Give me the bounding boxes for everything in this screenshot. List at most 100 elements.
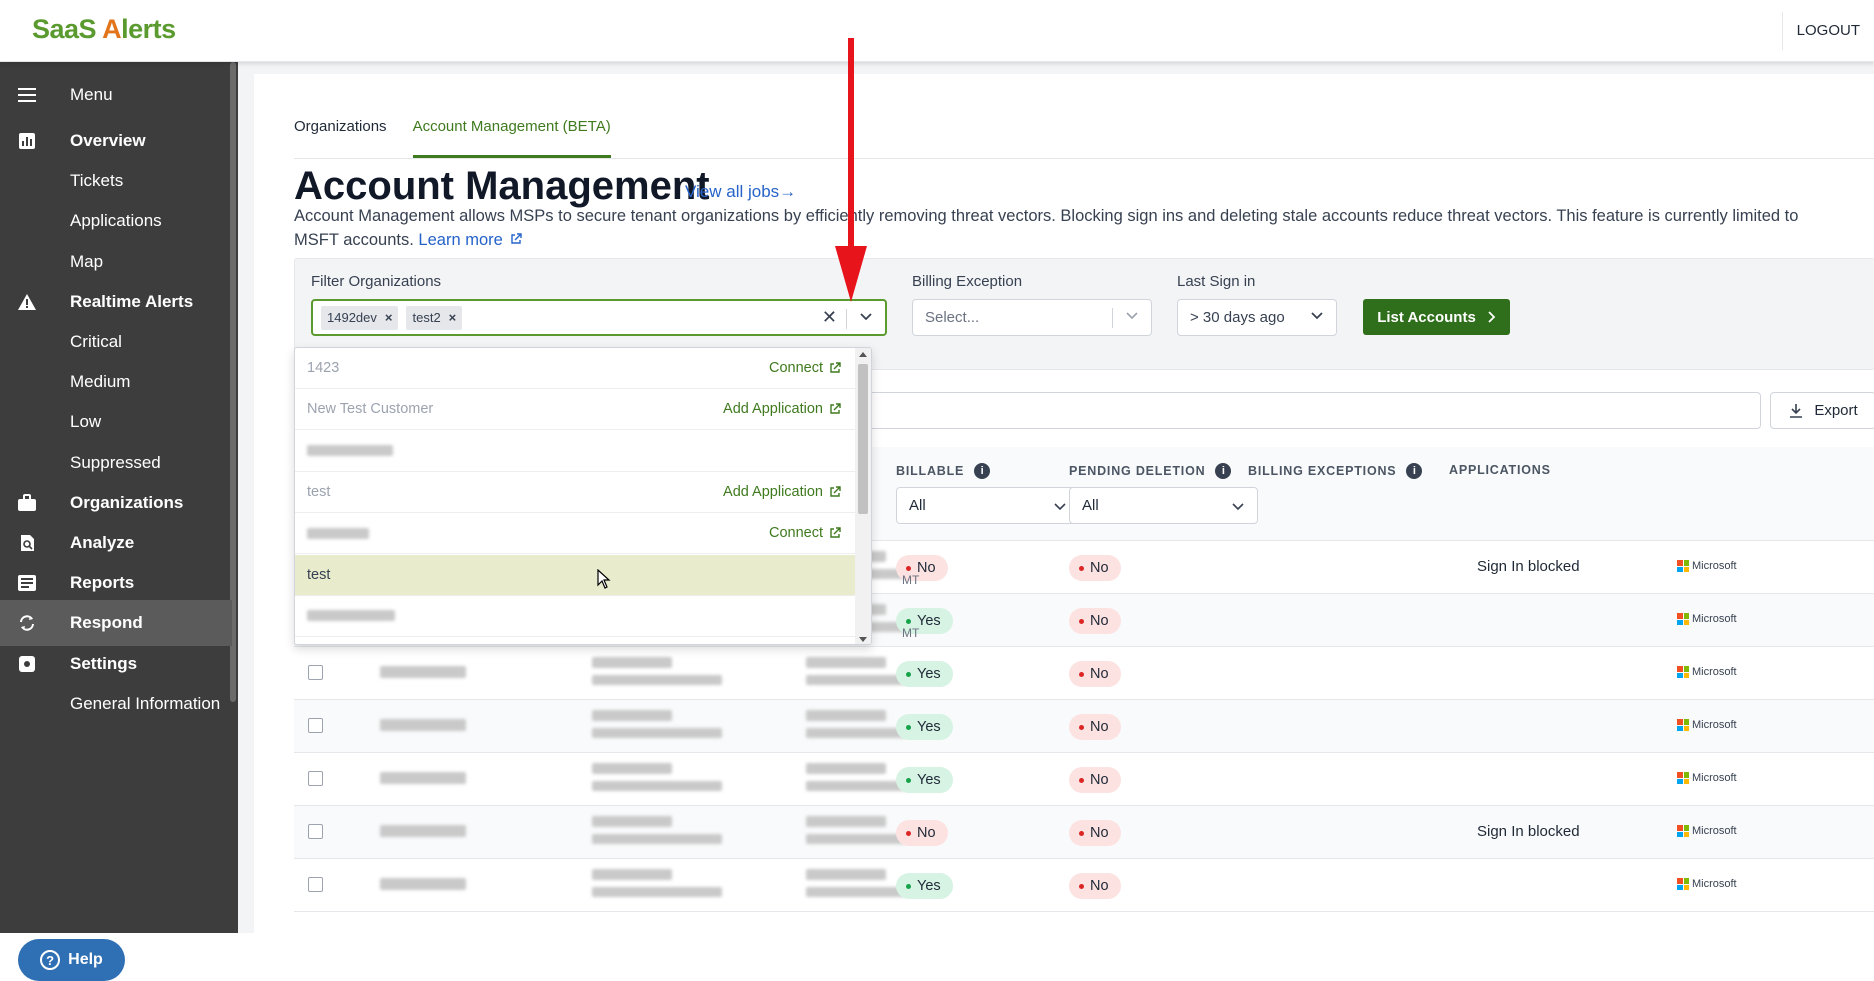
row-checkbox[interactable]	[308, 877, 323, 892]
redacted-text	[592, 816, 672, 827]
organization-option[interactable]: New Test Customer Add Application	[295, 389, 855, 431]
option-label: test	[307, 566, 331, 583]
view-all-jobs-link[interactable]: View all jobs→	[685, 182, 796, 202]
logout-button[interactable]: LOGOUT	[1781, 12, 1874, 50]
sidebar-item-label: Realtime Alerts	[70, 291, 194, 311]
select-separator	[1112, 308, 1113, 328]
red-arrow-annotation	[835, 38, 867, 302]
row-checkbox[interactable]	[308, 771, 323, 786]
clear-icon[interactable]: ✕	[822, 307, 837, 328]
billing-exception-text: Sign In blocked	[1477, 558, 1580, 575]
pending-deletion-filter-select[interactable]: All	[1069, 487, 1258, 524]
tab-account-management[interactable]: Account Management (BETA)	[412, 104, 611, 158]
page-title: Account Management	[294, 164, 710, 208]
microsoft-logo-icon	[1677, 772, 1689, 784]
chevron-down-icon	[1311, 312, 1323, 320]
microsoft-app: Microsoft	[1677, 613, 1737, 625]
org-chip: 1492dev ×	[321, 305, 399, 330]
pending-deletion-badge: No	[1069, 820, 1121, 846]
row-checkbox[interactable]	[308, 665, 323, 680]
microsoft-logo-icon	[1677, 560, 1689, 572]
briefcase-icon	[16, 492, 38, 514]
sidebar-menu-toggle[interactable]: Menu	[0, 72, 232, 118]
export-button[interactable]: Export	[1770, 392, 1874, 429]
redacted-text	[380, 719, 466, 731]
external-link-icon	[830, 527, 841, 538]
sidebar-item-label: Map	[70, 251, 104, 271]
chip-remove-icon[interactable]: ×	[449, 310, 457, 325]
reports-icon	[16, 572, 38, 594]
billable-header: BILLABLE i	[896, 463, 991, 479]
sidebar-item-label: General Information	[70, 693, 221, 713]
sidebar-item-map[interactable]: Map	[0, 239, 232, 285]
table-row[interactable]: No No Sign In blocked Microsoft	[294, 806, 1874, 859]
option-action-link[interactable]: Connect	[769, 360, 841, 376]
option-action-link[interactable]: Connect	[769, 525, 841, 541]
sidebar: Menu Overview Tickets Applications Map Realt…	[0, 62, 238, 981]
redacted-text	[806, 710, 886, 721]
organization-option[interactable]: test Add Application	[295, 472, 855, 513]
pending-deletion-badge: No	[1069, 608, 1121, 634]
sidebar-item-analyze[interactable]: Analyze	[0, 520, 232, 566]
saas-alerts-logo[interactable]: SaaS Alerts	[32, 14, 176, 45]
sidebar-item-general-information[interactable]: General Information	[0, 681, 232, 727]
learn-more-link[interactable]: Learn more	[418, 231, 523, 249]
sidebar-item-applications[interactable]: Applications	[0, 198, 232, 244]
scroll-up-icon[interactable]	[859, 352, 867, 357]
organization-option[interactable]	[295, 431, 855, 472]
tab-organizations[interactable]: Organizations	[294, 104, 387, 158]
organization-option[interactable]: 1423 Connect	[295, 348, 855, 389]
sidebar-item-settings[interactable]: Settings	[0, 641, 232, 687]
page-description: Account Management allows MSPs to secure…	[294, 204, 1834, 252]
help-label: Help	[68, 951, 103, 968]
info-icon[interactable]: i	[974, 463, 991, 479]
table-row[interactable]: Yes No Microsoft	[294, 859, 1874, 912]
billable-badge: No	[896, 820, 948, 846]
chip-remove-icon[interactable]: ×	[385, 310, 393, 325]
sidebar-item-reports[interactable]: Reports	[0, 560, 232, 606]
sidebar-item-tickets[interactable]: Tickets	[0, 158, 232, 204]
redacted-text	[307, 445, 393, 457]
billing-exception-select[interactable]: Select...	[912, 299, 1152, 336]
redacted-text	[592, 657, 672, 668]
sidebar-item-label: Overview	[70, 131, 146, 150]
applications-header: APPLICATIONS	[1449, 463, 1551, 477]
dropdown-scroll-thumb[interactable]	[858, 364, 868, 514]
info-icon[interactable]: i	[1215, 463, 1232, 479]
respond-icon	[16, 612, 38, 634]
organization-option[interactable]	[295, 596, 855, 637]
option-action-link[interactable]: Add Application	[723, 484, 841, 500]
info-icon[interactable]: i	[1406, 463, 1423, 479]
sidebar-item-organizations[interactable]: Organizations	[0, 480, 232, 526]
organization-option[interactable]: Connect	[295, 513, 855, 555]
dropdown-scrollbar[interactable]	[855, 348, 871, 644]
redacted-text	[380, 878, 466, 890]
billable-filter-select[interactable]: All	[896, 487, 1080, 524]
list-accounts-button[interactable]: List Accounts	[1363, 299, 1510, 335]
sidebar-item-low[interactable]: Low	[0, 399, 232, 445]
microsoft-logo-icon	[1677, 613, 1689, 625]
scroll-down-icon[interactable]	[859, 637, 867, 642]
option-action-link[interactable]: Add Application	[723, 401, 841, 417]
organization-option[interactable]: test	[295, 554, 855, 596]
row-checkbox[interactable]	[308, 718, 323, 733]
redacted-text	[806, 887, 906, 897]
sidebar-item-critical[interactable]: Critical	[0, 319, 232, 365]
table-row[interactable]: Yes No Microsoft	[294, 647, 1874, 700]
sidebar-item-realtime-alerts[interactable]: Realtime Alerts	[0, 279, 232, 325]
sidebar-item-respond[interactable]: Respond	[0, 600, 232, 647]
filter-organizations-select[interactable]: 1492dev × test2 × ✕	[311, 299, 887, 336]
last-sign-in-select[interactable]: > 30 days ago	[1177, 299, 1337, 336]
gear-icon	[16, 653, 38, 675]
sidebar-item-suppressed[interactable]: Suppressed	[0, 440, 232, 486]
table-row[interactable]: Yes No Microsoft	[294, 753, 1874, 806]
sidebar-item-overview[interactable]: Overview	[0, 118, 232, 164]
row-checkbox[interactable]	[308, 824, 323, 839]
help-button[interactable]: ? Help	[18, 939, 125, 981]
sidebar-item-label: Organizations	[70, 492, 184, 512]
organizations-dropdown: 1423 Connect New Test Customer Add Applicat…	[294, 347, 872, 645]
table-row[interactable]: Yes No Microsoft	[294, 700, 1874, 753]
sidebar-item-medium[interactable]: Medium	[0, 359, 232, 405]
redacted-text	[806, 816, 886, 827]
pending-deletion-badge: No	[1069, 714, 1121, 740]
